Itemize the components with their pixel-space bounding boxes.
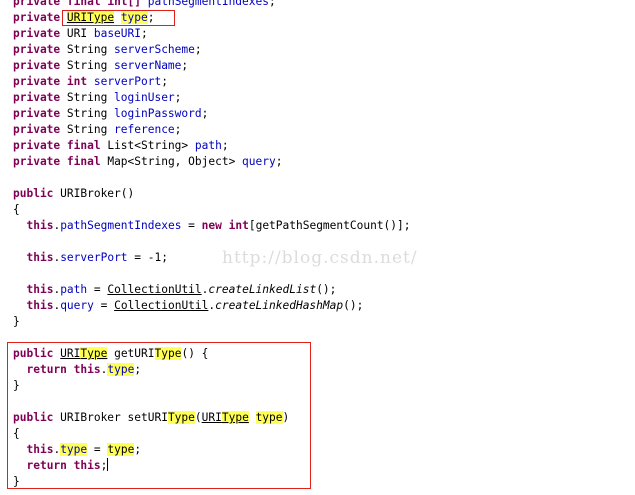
code-line: private String serverScheme; [13,43,202,56]
watermark: http://blog.csdn.net/ [222,248,418,268]
code-line: public URIBroker() [13,187,135,200]
field-name: pathSegmentIndexes [147,0,269,8]
code-line: this.pathSegmentIndexes = new int[getPat… [26,219,411,232]
code-line: private String loginUser; [13,91,182,104]
annotation-box-methods [7,342,311,489]
code-line: this.serverPort = -1; [26,251,168,264]
code-line: { [13,203,20,216]
code-line: private String serverName; [13,59,189,72]
code-line: private final List<String> path; [13,139,229,152]
keyword: private [13,11,61,24]
code-line: private String loginPassword; [13,107,209,120]
code-line: this.path = CollectionUtil.createLinkedL… [26,283,337,296]
keyword: private [13,0,61,8]
keyword: final [66,0,101,8]
code-line: private final int[] pathSegmentIndexes; [13,0,276,10]
code-line: private int serverPort; [13,75,168,88]
code-line: private String reference; [13,123,182,136]
code-line: private URI baseURI; [13,27,148,40]
annotation-box-field [62,10,175,26]
code-line: private final Map<String, Object> query; [13,155,283,168]
code-line: this.query = CollectionUtil.createLinked… [26,299,364,312]
code-line: } [13,315,20,328]
